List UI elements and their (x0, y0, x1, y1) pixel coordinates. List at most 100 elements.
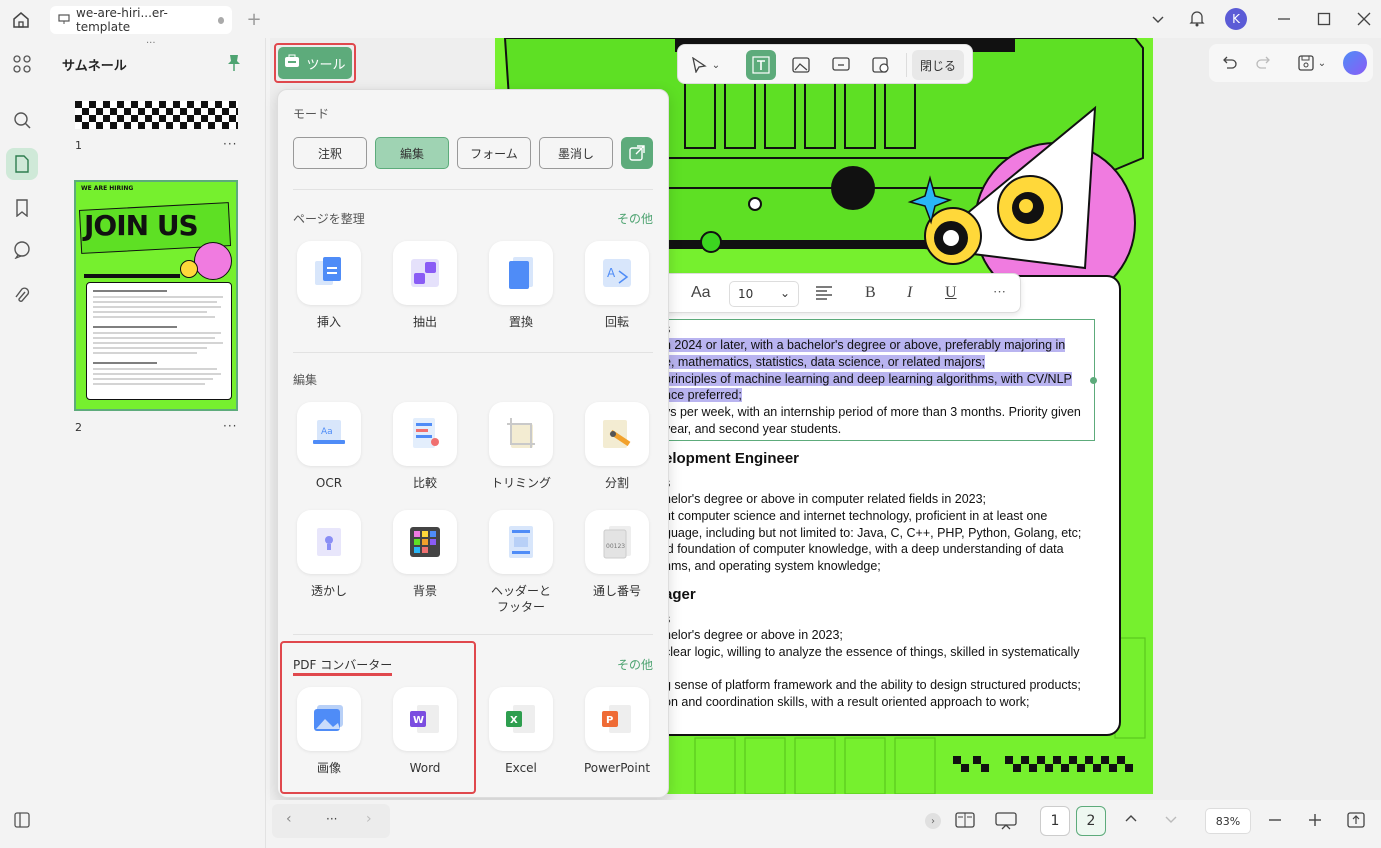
convert-word-icon[interactable]: W (393, 687, 457, 751)
search-icon[interactable] (6, 104, 38, 136)
background-icon[interactable] (393, 510, 457, 574)
doc-text-line[interactable]: helor's degree or above in 2023; (664, 628, 843, 642)
doc-text-line[interactable]: nce preferred; (664, 388, 742, 402)
chevron-down-icon[interactable]: ⌄ (708, 50, 724, 80)
header-footer-icon[interactable] (489, 510, 553, 574)
doc-text-line[interactable]: ut computer science and internet technol… (664, 509, 1047, 523)
page-nav-more[interactable]: ··· (326, 812, 337, 826)
maximize-icon[interactable] (1314, 9, 1334, 29)
expand-arrow-icon[interactable]: › (925, 813, 941, 829)
doc-text-line[interactable]: clear logic, willing to analyze the esse… (664, 645, 1079, 659)
mode-annotate-button[interactable]: 注釈 (293, 137, 367, 169)
mode-form-button[interactable]: フォーム (457, 137, 531, 169)
comment-icon[interactable] (6, 234, 38, 266)
convert-excel-icon[interactable]: X (489, 687, 553, 751)
organize-more-link[interactable]: その他 (617, 210, 653, 227)
doc-text-line[interactable]: principles of machine learning and deep … (664, 372, 1072, 386)
zoom-out-icon[interactable] (1268, 813, 1282, 830)
document-tab[interactable]: we-are-hiri...er-template (50, 6, 232, 34)
doc-text-line[interactable]: on and coordination skills, with a resul… (664, 695, 1029, 709)
font-family-button[interactable]: Aa (691, 284, 711, 302)
page-thumbnail-2[interactable]: WE ARE HIRING JOIN US (74, 180, 238, 411)
mode-edit-button[interactable]: 編集 (375, 137, 449, 169)
compare-icon[interactable] (393, 402, 457, 466)
bookmark-icon[interactable] (6, 192, 38, 224)
doc-text-line[interactable]: id foundation of computer knowledge, wit… (664, 542, 1064, 556)
close-edit-button[interactable]: 閉じる (912, 50, 964, 80)
align-left-icon[interactable] (816, 286, 832, 303)
close-icon[interactable] (1354, 9, 1374, 29)
new-tab-icon[interactable]: + (244, 9, 264, 30)
ocr-icon[interactable]: Aa (297, 402, 361, 466)
link-tool-icon[interactable] (826, 50, 856, 80)
bold-button[interactable]: B (865, 284, 876, 302)
attachment-icon[interactable] (6, 280, 38, 312)
chevron-right-icon[interactable]: › (366, 811, 372, 827)
image-tool-icon[interactable] (786, 50, 816, 80)
bates-number-icon[interactable]: 00123 (585, 510, 649, 574)
doc-text-line[interactable]: helor's degree or above in computer rela… (664, 492, 986, 506)
rotate-page-icon[interactable]: A (585, 241, 649, 305)
split-icon[interactable] (585, 402, 649, 466)
watermark-icon[interactable] (297, 510, 361, 574)
apps-grid-icon[interactable] (6, 48, 38, 80)
redo-icon[interactable] (1249, 48, 1279, 78)
pin-icon[interactable] (226, 54, 242, 75)
thumbnail-page-icon[interactable] (6, 148, 38, 180)
home-icon[interactable] (10, 9, 32, 31)
avatar[interactable]: K (1225, 8, 1247, 30)
doc-text-line[interactable]: g sense of platform framework and the ab… (664, 678, 1081, 692)
ai-assistant-icon[interactable] (1343, 51, 1367, 75)
page-1-button[interactable]: 1 (1040, 806, 1070, 836)
underline-button[interactable]: U (945, 284, 957, 302)
mode-redact-button[interactable]: 墨消し (539, 137, 613, 169)
presentation-icon[interactable] (995, 812, 1017, 833)
chevron-down-icon[interactable] (1148, 9, 1168, 29)
thumb-banner: JOIN US (84, 209, 199, 242)
zoom-level[interactable]: 83% (1205, 808, 1251, 834)
thumbnail-more-button[interactable]: ··· (223, 137, 237, 151)
convert-powerpoint-icon[interactable]: P (585, 687, 649, 751)
insert-page-icon[interactable] (297, 241, 361, 305)
doc-text-line[interactable]: e, mathematics, statistics, data science… (664, 355, 985, 369)
extract-page-icon[interactable] (393, 241, 457, 305)
undo-icon[interactable] (1214, 48, 1244, 78)
chevron-up-icon[interactable] (1124, 812, 1138, 829)
text-tool-icon[interactable] (746, 50, 776, 80)
more-format-button[interactable]: ··· (993, 284, 1006, 300)
resize-handle[interactable] (1090, 377, 1097, 384)
fit-page-icon[interactable] (1347, 812, 1365, 831)
replace-page-icon[interactable] (489, 241, 553, 305)
zoom-in-icon[interactable] (1308, 813, 1322, 830)
page-layout-icon[interactable] (955, 812, 975, 831)
sidebar-toggle-icon[interactable] (6, 804, 38, 836)
background-label: 背景 (412, 584, 437, 598)
font-size-select[interactable]: 10 ⌄ (729, 281, 799, 307)
doc-text-line[interactable]: hms, and operating system knowledge; (664, 559, 881, 573)
chevron-left-icon[interactable]: ‹ (286, 811, 292, 827)
convert-image-icon[interactable] (297, 687, 361, 751)
watermark-tool-icon[interactable] (866, 50, 896, 80)
chevron-down-icon[interactable]: ⌄ (1315, 48, 1329, 78)
page-2-button[interactable]: 2 (1076, 806, 1106, 836)
tools-button[interactable]: ツール (278, 47, 352, 79)
crop-icon[interactable] (489, 402, 553, 466)
doc-text-line[interactable]: n 2024 or later, with a bachelor's degre… (664, 338, 1066, 352)
thumbnail-more-button[interactable]: ··· (223, 419, 237, 433)
bell-icon[interactable] (1187, 8, 1207, 28)
doc-text-line[interactable]: year, and second year students. (664, 422, 841, 436)
crop-label: トリミング (490, 476, 551, 490)
open-external-icon[interactable] (621, 137, 653, 169)
panel-drag-handle[interactable]: ··· (146, 38, 156, 49)
extract-page-label: 抽出 (412, 315, 437, 329)
italic-button[interactable]: I (907, 284, 912, 302)
convert-powerpoint-label: PowerPoint (583, 761, 651, 775)
doc-text-line[interactable]: ys per week, with an internship period o… (664, 405, 1081, 419)
converter-more-link[interactable]: その他 (617, 656, 653, 673)
minimize-icon[interactable] (1274, 9, 1294, 29)
ocr-label: OCR (315, 476, 343, 490)
doc-text-line[interactable]: guage, including but not limited to: Jav… (664, 526, 1081, 540)
chevron-down-icon[interactable] (1164, 812, 1178, 829)
page-thumbnail-1[interactable] (75, 101, 238, 129)
doc-heading[interactable]: elopment Engineer (664, 450, 799, 467)
